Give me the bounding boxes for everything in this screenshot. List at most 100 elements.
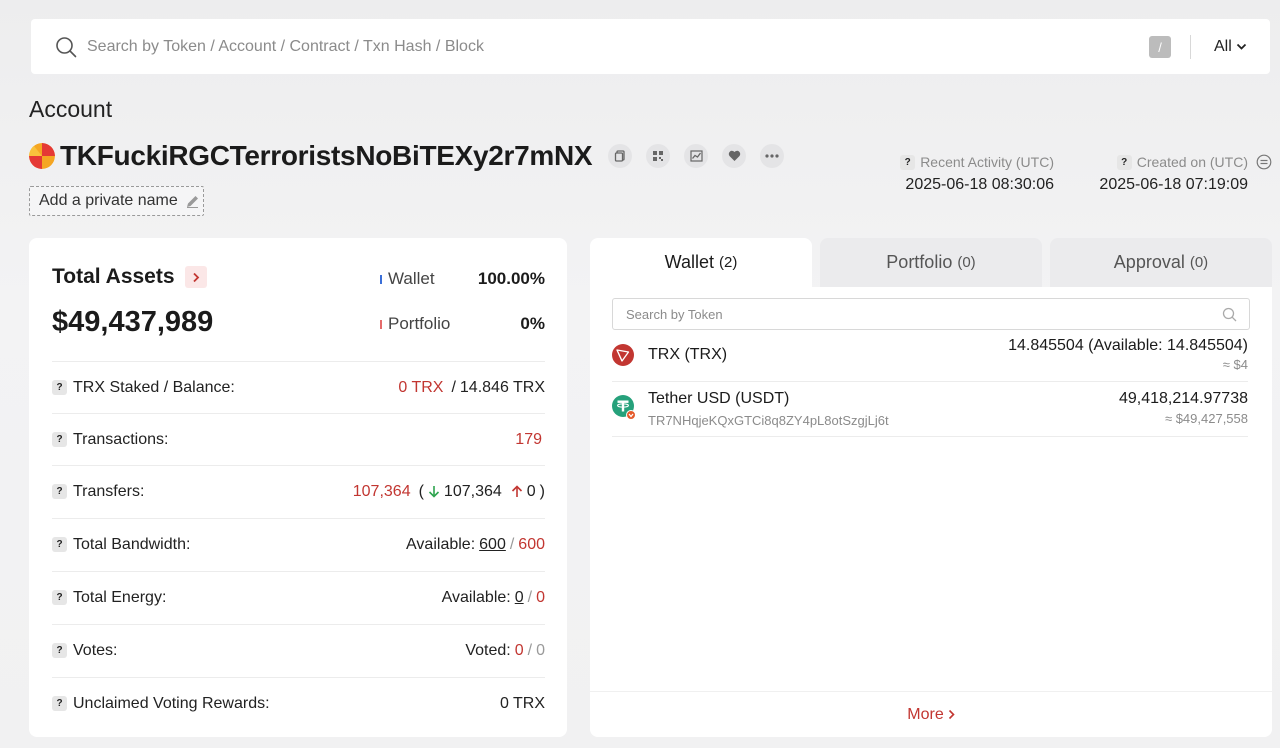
stat-label: Votes: [73, 641, 118, 659]
private-name-label: Add a private name [39, 192, 178, 209]
votes-prefix: Voted: [465, 641, 511, 659]
qrcode-button[interactable] [646, 144, 671, 168]
more-label: More [907, 705, 944, 723]
total-assets-value: $49,437,989 [52, 306, 214, 338]
arrow-down-icon [428, 486, 439, 498]
energy-prefix: Available: [441, 588, 511, 606]
help-icon[interactable]: ? [52, 643, 67, 658]
help-icon[interactable]: ? [52, 590, 67, 605]
help-icon[interactable]: ? [1116, 154, 1132, 170]
transfers-link[interactable]: 107,364 [353, 483, 411, 501]
created-on: ? Created on (UTC) 2025-06-18 07:19:09 [1076, 154, 1248, 194]
analytics-button[interactable] [684, 144, 709, 168]
token-contract[interactable]: TR7NHqjeKQxGTCi8q8ZY4pL8otSzgjLj6t [648, 413, 889, 428]
more-actions-button[interactable] [760, 144, 785, 168]
allocation-name: Wallet [388, 269, 435, 288]
copy-icon [615, 150, 625, 162]
tab-portfolio[interactable]: Portfolio (0) [820, 238, 1042, 287]
tab-label: Wallet [664, 252, 714, 272]
help-icon[interactable]: ? [52, 696, 67, 711]
allocation-name: Portfolio [388, 314, 451, 333]
copy-button[interactable] [608, 144, 633, 168]
paren-close: ) [539, 482, 545, 500]
energy-available[interactable]: 0 [515, 589, 524, 607]
allocation-portfolio: Portfolio 0% [380, 314, 545, 334]
trx-balance-value: 14.846 TRX [459, 378, 545, 396]
created-on-label: Created on (UTC) [1136, 154, 1248, 170]
recent-activity-label: Recent Activity (UTC) [920, 154, 1054, 170]
token-row-usdt[interactable]: Tether USD (USDT) TR7NHqjeKQxGTCi8q8ZY4p… [612, 382, 1248, 437]
ellipsis-icon [765, 154, 779, 158]
arrow-up-icon [511, 485, 522, 497]
timezone-toggle-icon[interactable] [1256, 154, 1272, 170]
tab-approval[interactable]: Approval (0) [1050, 238, 1272, 287]
bandwidth-available[interactable]: 600 [479, 536, 506, 554]
rewards-value: 0 TRX [499, 694, 545, 712]
qrcode-icon [653, 151, 664, 161]
trx-icon [612, 344, 634, 366]
help-icon[interactable]: ? [52, 432, 67, 447]
favorite-button[interactable] [722, 144, 747, 168]
add-private-name-button[interactable]: Add a private name [29, 186, 204, 216]
holdings-card: Wallet (2) Portfolio (0) Approval (0) TR… [590, 238, 1272, 737]
chevron-down-icon [1236, 43, 1246, 50]
allocation-pct: 0% [520, 314, 545, 333]
recent-activity: ? Recent Activity (UTC) 2025-06-18 08:30… [880, 154, 1054, 194]
separator: / [451, 378, 456, 396]
search-shortcut-key: / [1149, 36, 1171, 58]
stat-label: TRX Staked / Balance: [73, 378, 235, 396]
avatar [29, 143, 55, 169]
stat-votes: ? Votes: Voted: 0 / 0 [52, 624, 545, 676]
tab-wallet[interactable]: Wallet (2) [590, 238, 812, 287]
stat-transfers: ? Transfers: 107,364 ( 107,364 0 ) [52, 465, 545, 517]
help-icon[interactable]: ? [52, 484, 67, 499]
created-on-value: 2025-06-18 07:19:09 [1099, 176, 1248, 193]
stat-energy: ? Total Energy: Available: 0 / 0 [52, 571, 545, 623]
help-icon[interactable]: ? [900, 154, 916, 170]
token-name[interactable]: TRX (TRX) [648, 346, 727, 364]
token-search-input[interactable] [626, 306, 1206, 322]
token-name[interactable]: Tether USD (USDT) [648, 390, 789, 408]
address-row: TKFuckiRGCTerroristsNoBiTEXy2r7mNX [29, 140, 785, 172]
token-amount: 14.845504 (Available: 14.845504) [1008, 337, 1248, 354]
wallet-legend-bar [380, 274, 382, 284]
recent-activity-value: 2025-06-18 08:30:06 [905, 176, 1054, 193]
address-actions [608, 144, 785, 168]
transactions-link[interactable]: 179 [515, 431, 542, 449]
usdt-icon [612, 395, 636, 420]
total-assets-detail-button[interactable] [184, 266, 207, 288]
account-overview-card: Total Assets $49,437,989 Wallet 100.00% … [29, 238, 567, 737]
heart-icon [728, 150, 741, 161]
tab-count: (0) [957, 254, 976, 271]
pencil-icon [186, 195, 198, 208]
chevron-right-icon [192, 272, 199, 282]
votes-voted: 0 [514, 641, 524, 659]
stat-label: Unclaimed Voting Rewards: [73, 694, 270, 712]
bandwidth-total: 600 [518, 535, 545, 553]
tab-count: (2) [719, 254, 738, 271]
energy-total: 0 [536, 588, 545, 606]
global-search-bar: / All [31, 19, 1270, 74]
token-amount: 49,418,214.97738 [1118, 390, 1248, 407]
search-filter-select[interactable]: All [1214, 35, 1247, 59]
stat-trx-staked: ? TRX Staked / Balance: 0 TRX / 14.846 TR… [52, 361, 545, 413]
transfers-in-value: 107,364 [443, 482, 502, 500]
allocation-wallet: Wallet 100.00% [380, 269, 545, 289]
page-title: Account [29, 96, 113, 122]
search-icon [1222, 307, 1237, 322]
stat-label: Transactions: [73, 430, 169, 448]
portfolio-legend-bar [380, 319, 382, 329]
search-divider [1190, 35, 1191, 59]
more-button[interactable]: More [590, 691, 1272, 737]
help-icon[interactable]: ? [52, 380, 67, 395]
bandwidth-prefix: Available: [406, 535, 476, 553]
token-usd: ≈ $4 [1222, 357, 1248, 372]
search-input[interactable] [87, 19, 1127, 74]
stat-rewards: ? Unclaimed Voting Rewards: 0 TRX [52, 677, 545, 729]
separator: / [509, 535, 515, 553]
tab-count: (0) [1189, 254, 1209, 271]
trx-staked-value[interactable]: 0 TRX [398, 379, 443, 397]
help-icon[interactable]: ? [52, 537, 67, 552]
paren-open: ( [418, 482, 424, 500]
token-row-trx[interactable]: TRX (TRX) 14.845504 (Available: 14.84550… [612, 331, 1248, 382]
